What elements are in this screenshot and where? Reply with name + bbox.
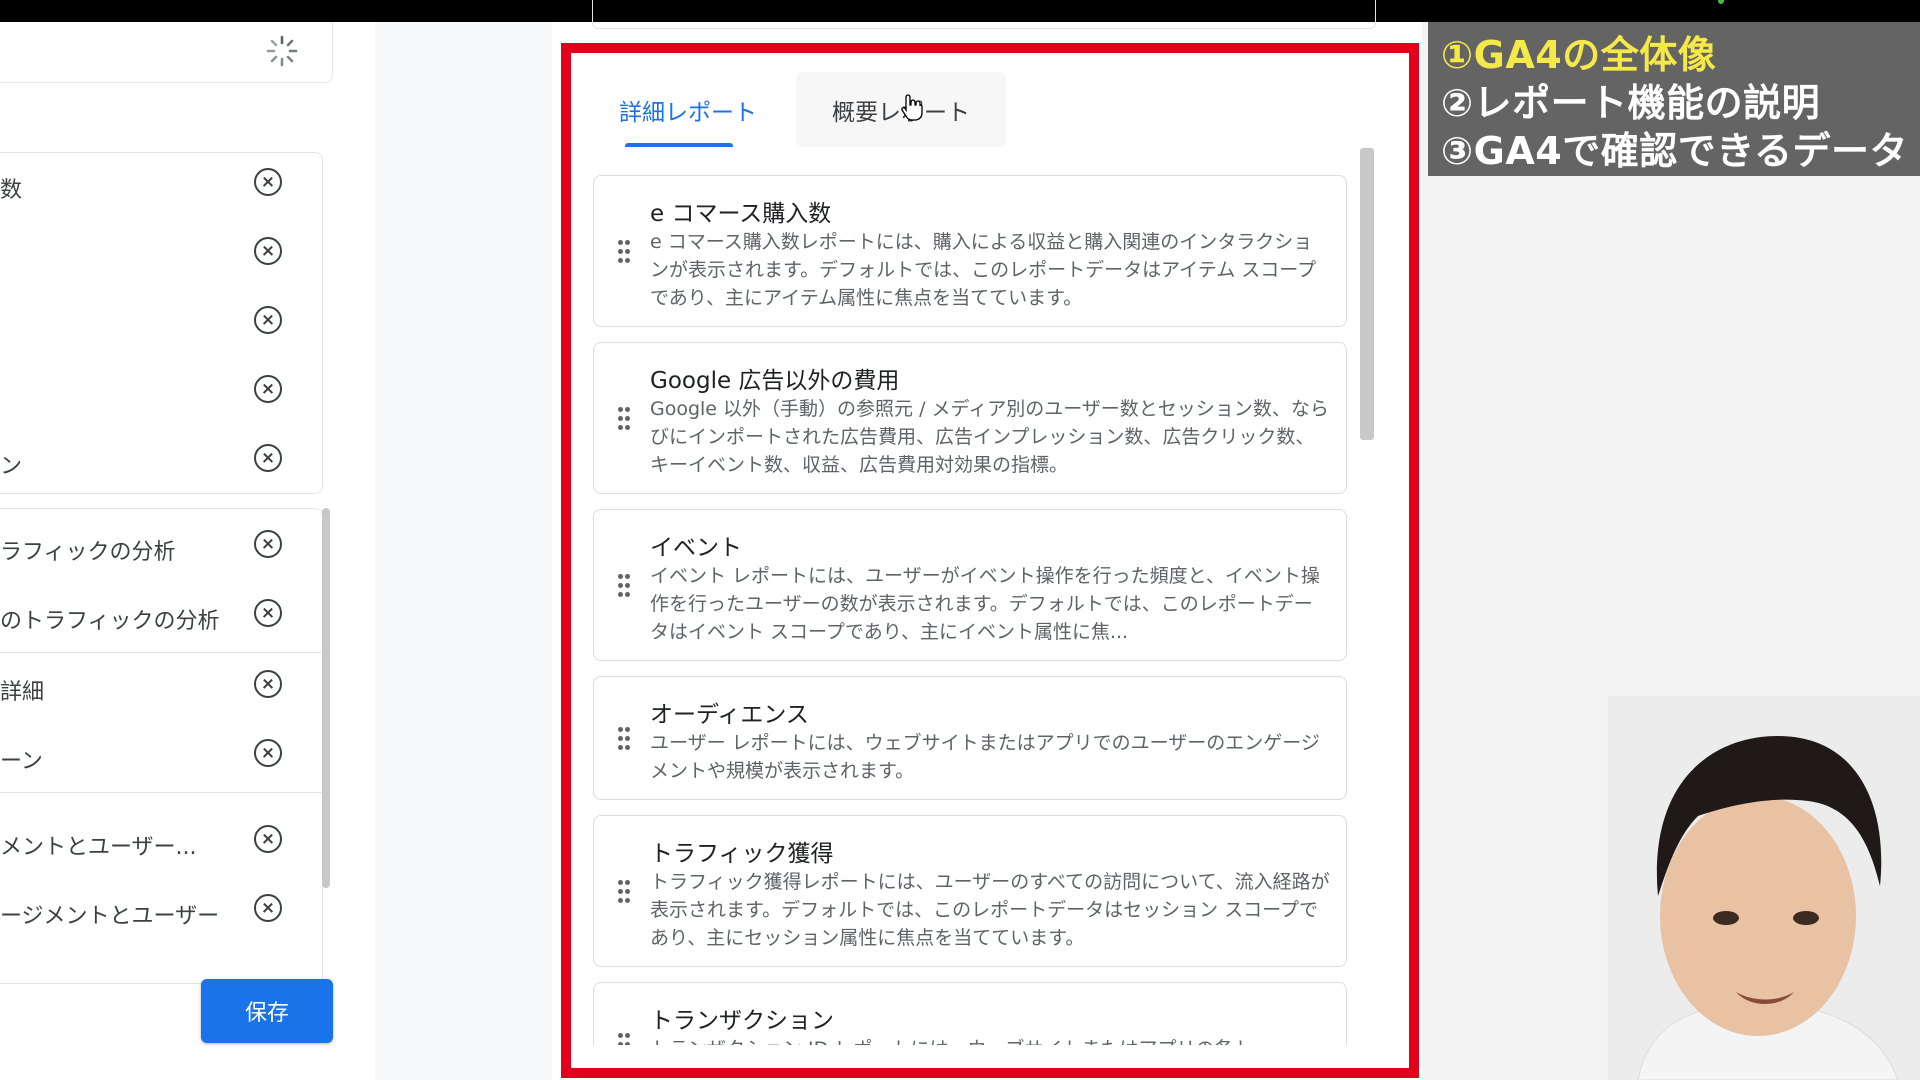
remove-icon[interactable] xyxy=(254,599,282,627)
left-panel: 数 ン ラフィックの分析 のトラフィックの分析 詳細 ーン メントとユーザー..… xyxy=(0,22,375,1080)
left-list-item[interactable]: 詳細 xyxy=(0,666,330,706)
save-button[interactable]: 保存 xyxy=(201,979,333,1043)
agenda-line-2: ②レポート機能の説明 xyxy=(1441,81,1821,125)
left-list-item[interactable]: ージメントとユーザー xyxy=(0,890,330,930)
left-list-item[interactable]: メントとユーザー... xyxy=(0,821,330,861)
remove-icon[interactable] xyxy=(254,168,282,196)
left-list-item[interactable]: ン xyxy=(0,440,330,480)
panel-gutter xyxy=(375,22,552,1080)
left-list-item[interactable]: のトラフィックの分析 xyxy=(0,595,330,635)
agenda-line-1: ①GA4の全体像 xyxy=(1441,33,1717,77)
remove-icon[interactable] xyxy=(254,739,282,767)
left-search-card xyxy=(0,22,333,83)
left-list-item[interactable]: ーン xyxy=(0,735,330,775)
highlight-frame xyxy=(561,43,1419,1078)
loading-spinner-icon xyxy=(266,35,298,67)
remove-icon[interactable] xyxy=(254,530,282,558)
remove-icon[interactable] xyxy=(254,825,282,853)
remove-icon[interactable] xyxy=(254,237,282,265)
left-list-item[interactable]: ラフィックの分析 xyxy=(0,526,330,566)
remove-icon[interactable] xyxy=(254,306,282,334)
remove-icon[interactable] xyxy=(254,375,282,403)
left-list-item[interactable] xyxy=(0,371,330,411)
remove-icon[interactable] xyxy=(254,444,282,472)
agenda-line-3: ③GA4で確認できるデータ xyxy=(1441,129,1908,173)
remove-icon[interactable] xyxy=(254,670,282,698)
left-list-item[interactable] xyxy=(0,233,330,273)
presenter-webcam xyxy=(1608,696,1920,1080)
remove-icon[interactable] xyxy=(254,894,282,922)
presenter-figure xyxy=(1608,696,1920,1080)
left-list-item[interactable] xyxy=(0,302,330,342)
recording-indicator xyxy=(1718,0,1724,4)
previous-card-edge xyxy=(592,0,1376,29)
left-list-item[interactable]: 数 xyxy=(0,164,330,204)
